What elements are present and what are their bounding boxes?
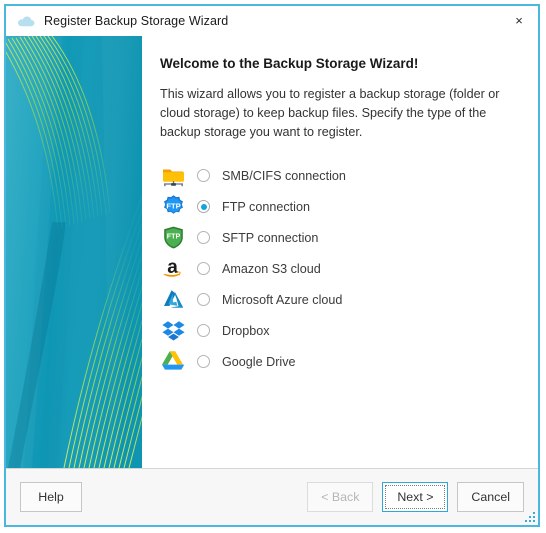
wizard-body: Welcome to the Backup Storage Wizard! Th… <box>6 36 538 468</box>
option-label-google-drive: Google Drive <box>222 354 296 369</box>
navigation-button-group: < Back Next > Cancel <box>307 482 524 512</box>
option-label-sftp: SFTP connection <box>222 230 319 245</box>
option-label-amazon-s3: Amazon S3 cloud <box>222 261 321 276</box>
radio-google-drive[interactable] <box>197 355 210 368</box>
option-row-google-drive[interactable]: Google Drive <box>160 346 516 377</box>
option-row-ftp[interactable]: FTP FTP connection <box>160 191 516 222</box>
ftp-badge-icon: FTP <box>160 194 186 220</box>
help-button[interactable]: Help <box>20 482 82 512</box>
dropbox-icon <box>160 318 186 344</box>
radio-sftp[interactable] <box>197 231 210 244</box>
wizard-footer: Help < Back Next > Cancel <box>6 469 538 525</box>
option-row-azure[interactable]: Microsoft Azure cloud <box>160 284 516 315</box>
option-row-smb[interactable]: SMB/CIFS connection <box>160 160 516 191</box>
microsoft-azure-icon <box>160 287 186 313</box>
close-icon[interactable]: × <box>500 6 538 35</box>
wizard-pane: Welcome to the Backup Storage Wizard! Th… <box>142 36 538 468</box>
next-button[interactable]: Next > <box>382 482 449 512</box>
radio-ftp[interactable] <box>197 200 210 213</box>
option-row-amazon-s3[interactable]: a Amazon S3 cloud <box>160 253 516 284</box>
cloud-icon <box>16 11 36 31</box>
option-row-dropbox[interactable]: Dropbox <box>160 315 516 346</box>
storage-type-option-list: SMB/CIFS connection FTP FTP connection F… <box>160 160 516 377</box>
wizard-banner-graphic <box>6 36 142 468</box>
window-title: Register Backup Storage Wizard <box>44 14 229 28</box>
radio-dropbox[interactable] <box>197 324 210 337</box>
option-label-ftp: FTP connection <box>222 199 310 214</box>
title-bar: Register Backup Storage Wizard × <box>6 6 538 36</box>
page-description: This wizard allows you to register a bac… <box>160 87 500 139</box>
svg-text:FTP: FTP <box>166 232 180 241</box>
option-row-sftp[interactable]: FTP SFTP connection <box>160 222 516 253</box>
option-label-smb: SMB/CIFS connection <box>222 168 346 183</box>
page-title: Welcome to the Backup Storage Wizard! <box>160 56 419 71</box>
google-drive-icon <box>160 349 186 375</box>
svg-text:FTP: FTP <box>166 202 180 211</box>
wizard-window: Register Backup Storage Wizard × Welcome… <box>4 4 540 527</box>
sftp-shield-icon: FTP <box>160 225 186 251</box>
cancel-button[interactable]: Cancel <box>457 482 524 512</box>
option-label-azure: Microsoft Azure cloud <box>222 292 343 307</box>
radio-azure[interactable] <box>197 293 210 306</box>
back-button[interactable]: < Back <box>307 482 374 512</box>
resize-grip[interactable] <box>523 510 535 522</box>
option-label-dropbox: Dropbox <box>222 323 270 338</box>
radio-amazon-s3[interactable] <box>197 262 210 275</box>
radio-smb[interactable] <box>197 169 210 182</box>
network-folder-icon <box>160 163 186 189</box>
amazon-s3-icon: a <box>160 256 186 282</box>
